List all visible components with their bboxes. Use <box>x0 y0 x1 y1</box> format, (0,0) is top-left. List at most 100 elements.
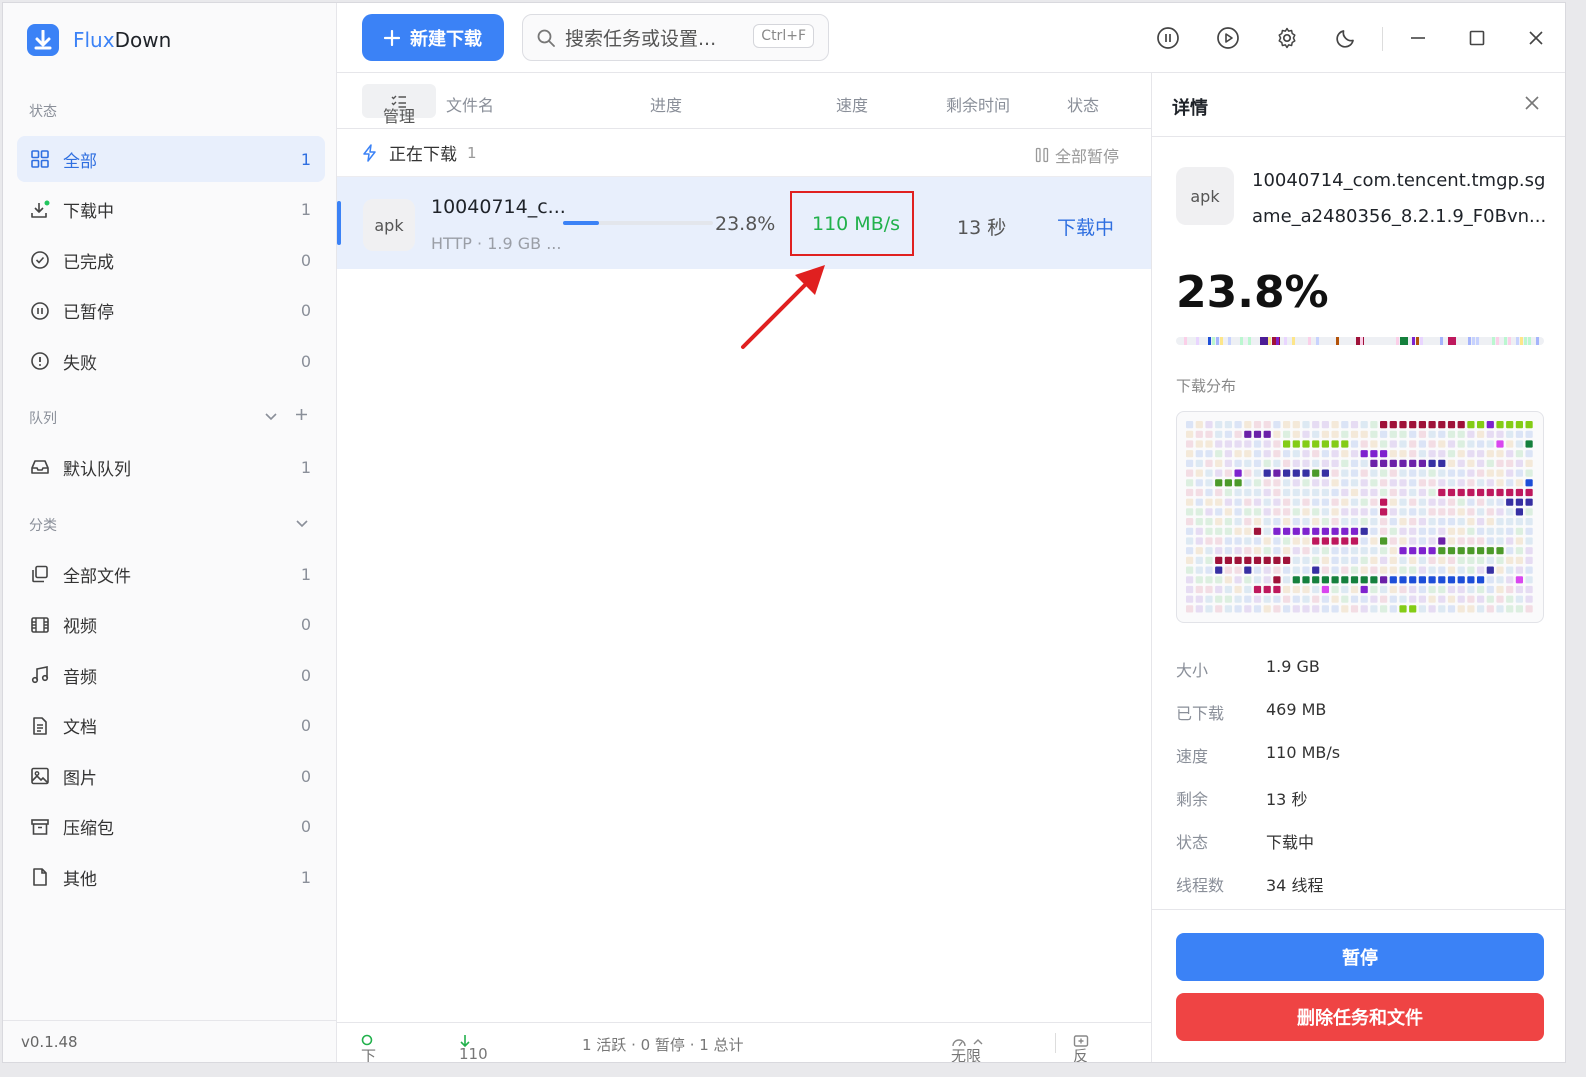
distribution-cell <box>1205 421 1213 429</box>
distribution-cell <box>1350 479 1359 487</box>
pause-all-icon[interactable] <box>1155 25 1181 51</box>
distribution-cell <box>1302 508 1310 516</box>
sidebar-item-count: 1 <box>300 867 311 887</box>
stripe-segment <box>1440 337 1443 345</box>
distribution-cell <box>1496 459 1504 467</box>
manage-button[interactable]: 管理 <box>362 84 436 126</box>
chevron-down-icon[interactable] <box>265 406 277 425</box>
distribution-cell <box>1292 527 1300 535</box>
distribution-cell <box>1486 469 1494 477</box>
distribution-cell <box>1186 605 1194 613</box>
distribution-cell <box>1292 421 1300 429</box>
sidebar-item-category_items-2[interactable]: 音频 0 <box>17 652 325 698</box>
sidebar-item-status_items-0[interactable]: 全部 1 <box>17 136 325 182</box>
details-close-icon[interactable] <box>1524 95 1540 115</box>
stripe-segment <box>1276 337 1279 345</box>
distribution-cell <box>1525 479 1533 487</box>
distribution-cell <box>1186 508 1194 516</box>
distribution-cell <box>1409 576 1417 584</box>
add-queue-plus-icon[interactable] <box>295 406 308 425</box>
distribution-cell <box>1302 556 1310 564</box>
col-status[interactable]: 状态 <box>1067 92 1099 116</box>
distribution-cell <box>1224 537 1232 545</box>
distribution-cell <box>1331 595 1339 603</box>
distribution-cell <box>1350 585 1359 594</box>
distribution-cell <box>1389 508 1397 516</box>
distribution-cell <box>1331 576 1339 584</box>
distribution-cell <box>1525 450 1533 458</box>
feedback-button[interactable]: 反馈 <box>1073 1034 1089 1062</box>
sidebar-item-category_items-3[interactable]: 文档 0 <box>17 703 325 749</box>
distribution-cell <box>1321 585 1329 594</box>
sidebar-item-queue_items-0[interactable]: 默认队列 1 <box>17 444 325 490</box>
distribution-cell <box>1292 498 1300 506</box>
sidebar-item-category_items-6[interactable]: 其他 1 <box>17 854 325 900</box>
pause-all-label: 全部暂停 <box>1054 147 1119 166</box>
distribution-cell <box>1205 585 1213 594</box>
category-chevron-down-icon[interactable] <box>296 513 308 532</box>
distribution-cell <box>1302 430 1310 438</box>
close-window-icon[interactable] <box>1523 25 1549 51</box>
sidebar-item-category_items-4[interactable]: 图片 0 <box>17 753 325 799</box>
distribution-cell <box>1331 440 1339 448</box>
pause-all-button[interactable]: 全部暂停 <box>1035 143 1119 167</box>
distribution-cell <box>1515 518 1523 526</box>
distribution-cell <box>1331 421 1339 429</box>
delete-task-button[interactable]: 删除任务和文件 <box>1176 993 1544 1041</box>
col-speed[interactable]: 速度 <box>836 92 868 116</box>
settings-gear-icon[interactable] <box>1274 25 1300 51</box>
sidebar-item-status_items-1[interactable]: 下载中 1 <box>17 187 325 233</box>
distribution-cell <box>1486 605 1494 613</box>
sidebar-item-category_items-5[interactable]: 压缩包 0 <box>17 804 325 850</box>
distribution-cell <box>1215 585 1223 594</box>
col-progress[interactable]: 进度 <box>650 92 682 116</box>
distribution-cell <box>1428 595 1436 603</box>
distribution-cell <box>1418 527 1426 535</box>
distribution-cell <box>1380 547 1388 555</box>
distribution-cell <box>1399 508 1407 516</box>
distribution-cell <box>1350 547 1359 555</box>
sidebar-item-status_items-4[interactable]: 失败 0 <box>17 338 325 384</box>
distribution-cell <box>1312 430 1320 438</box>
distribution-cell <box>1186 498 1194 506</box>
distribution-cell <box>1224 508 1232 516</box>
maximize-icon[interactable] <box>1464 25 1490 51</box>
distribution-cell <box>1273 498 1281 506</box>
distribution-cell <box>1389 605 1397 613</box>
check-circle-icon <box>29 249 51 271</box>
pause-circle-icon <box>29 300 51 322</box>
sidebar-item-status_items-3[interactable]: 已暂停 0 <box>17 288 325 334</box>
distribution-cell <box>1438 421 1446 429</box>
distribution-cell <box>1350 498 1359 506</box>
sidebar-item-label: 全部 <box>63 151 97 172</box>
dark-mode-moon-icon[interactable] <box>1333 25 1359 51</box>
sidebar-item-category_items-0[interactable]: 全部文件 1 <box>17 551 325 597</box>
distribution-cell <box>1263 440 1271 448</box>
distribution-cell <box>1438 556 1446 564</box>
distribution-cell <box>1350 459 1359 467</box>
column-header: 管理 文件名 进度 速度 剩余时间 状态 <box>337 73 1151 129</box>
distribution-cell <box>1496 469 1504 477</box>
category-tools <box>296 513 308 532</box>
speed-limit-toggle[interactable]: 无限制 <box>951 1034 983 1062</box>
pause-button[interactable]: 暂停 <box>1176 933 1544 981</box>
task-row[interactable]: apk 10040714_c... HTTP · 1.9 GB ... 23.8… <box>337 177 1151 269</box>
distribution-cell <box>1186 430 1194 438</box>
distribution-cell <box>1370 585 1378 594</box>
distribution-cell <box>1399 459 1407 467</box>
distribution-cell <box>1263 595 1271 603</box>
sidebar-item-status_items-2[interactable]: 已完成 0 <box>17 237 325 283</box>
col-filename[interactable]: 文件名 <box>446 92 494 116</box>
distribution-cell <box>1360 459 1368 467</box>
distribution-cell <box>1234 527 1242 535</box>
resume-all-icon[interactable] <box>1215 25 1241 51</box>
distribution-cell <box>1428 469 1436 477</box>
col-remaining[interactable]: 剩余时间 <box>946 92 1010 116</box>
search-input[interactable]: 搜索任务或设置... Ctrl+F <box>522 14 829 61</box>
minimize-icon[interactable] <box>1405 25 1431 51</box>
distribution-cell <box>1283 527 1291 535</box>
new-download-button[interactable]: 新建下载 <box>362 14 504 61</box>
sidebar-item-category_items-1[interactable]: 视频 0 <box>17 602 325 648</box>
distribution-cell <box>1292 459 1300 467</box>
distribution-cell <box>1428 576 1436 584</box>
